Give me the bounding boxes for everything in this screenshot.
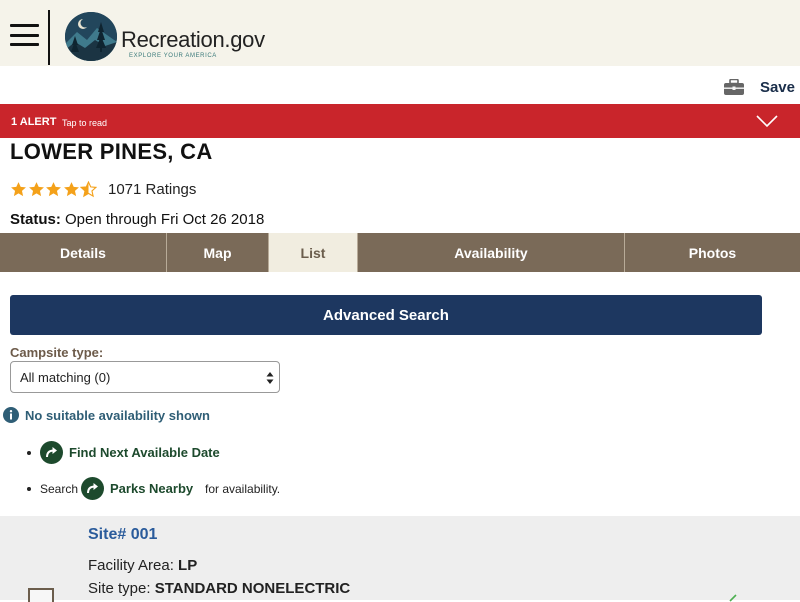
bullet-dot: [27, 451, 31, 455]
site-card[interactable]: Site# 001 Facility Area: LP Site type: S…: [0, 516, 800, 602]
site-type-label: Site type:: [88, 580, 151, 597]
arrow-circle-icon[interactable]: [40, 441, 63, 464]
arrow-circle-icon[interactable]: [81, 477, 104, 500]
star-full-icon: [11, 182, 26, 197]
chevron-right-icon[interactable]: [728, 592, 740, 602]
chevron-down-icon[interactable]: [756, 114, 778, 128]
site-type-value: STANDARD NONELECTRIC: [154, 580, 351, 597]
header-divider: [48, 10, 50, 65]
bullet-dot: [27, 487, 31, 491]
status-line: Status: Open through Fri Oct 26 2018: [10, 211, 264, 228]
status-value: Open through Fri Oct 26 2018: [60, 211, 265, 228]
star-full-icon: [63, 182, 79, 197]
campsite-type-value: All matching (0): [20, 370, 111, 385]
alert-title: 1 ALERT: [11, 116, 57, 128]
facility-area-label: Facility Area:: [88, 557, 174, 574]
save-label: Save: [759, 78, 795, 96]
select-arrows-icon: [266, 372, 274, 384]
parks-nearby-link[interactable]: Parks Nearby: [110, 481, 193, 496]
find-next-available-link[interactable]: Find Next Available Date: [69, 445, 220, 460]
facility-area-value: LP: [178, 557, 198, 574]
star-full-icon: [46, 182, 61, 197]
campsite-type-label: Campsite type:: [10, 345, 104, 360]
briefcase-icon: [723, 79, 744, 95]
status-label: Status:: [10, 211, 61, 228]
logo-text[interactable]: Recreation.gov: [121, 27, 265, 53]
site-title-link[interactable]: Site# 001: [88, 526, 157, 544]
page-title: LOWER PINES, CA: [10, 139, 213, 164]
facility-area-line: Facility Area: LP: [88, 557, 197, 574]
info-icon: [3, 407, 19, 423]
logo-tagline: EXPLORE YOUR AMERICA: [129, 53, 217, 59]
campsite-type-select[interactable]: All matching (0): [10, 361, 280, 393]
tab-photos[interactable]: Photos: [625, 233, 800, 272]
star-full-icon: [28, 182, 44, 197]
site-header: Recreation.gov EXPLORE YOUR AMERICA: [0, 0, 800, 66]
advanced-search-button[interactable]: Advanced Search: [10, 295, 762, 335]
save-button[interactable]: Save: [723, 76, 795, 98]
alert-bar[interactable]: 1 ALERT Tap to read: [0, 104, 800, 138]
ratings-count[interactable]: 1071 Ratings: [108, 181, 196, 198]
tab-details[interactable]: Details: [0, 233, 167, 272]
availability-message: No suitable availability shown: [25, 407, 210, 423]
tab-list[interactable]: List: [269, 233, 358, 272]
alert-subtitle: Tap to read: [62, 118, 108, 128]
tab-availability[interactable]: Availability: [358, 233, 625, 272]
tab-map[interactable]: Map: [167, 233, 269, 272]
search-prefix-text: Search: [40, 482, 79, 496]
search-suffix-text: for availability.: [205, 482, 281, 496]
rating-stars: [10, 181, 98, 198]
site-type-line: Site type: STANDARD NONELECTRIC: [88, 580, 350, 597]
availability-notice: No suitable availability shown: [3, 407, 210, 423]
star-half-icon: [80, 181, 97, 198]
recreation-logo-icon[interactable]: [65, 12, 117, 61]
hamburger-menu-icon[interactable]: [10, 24, 39, 46]
tab-bar: Details Map List Availability Photos: [0, 233, 800, 272]
